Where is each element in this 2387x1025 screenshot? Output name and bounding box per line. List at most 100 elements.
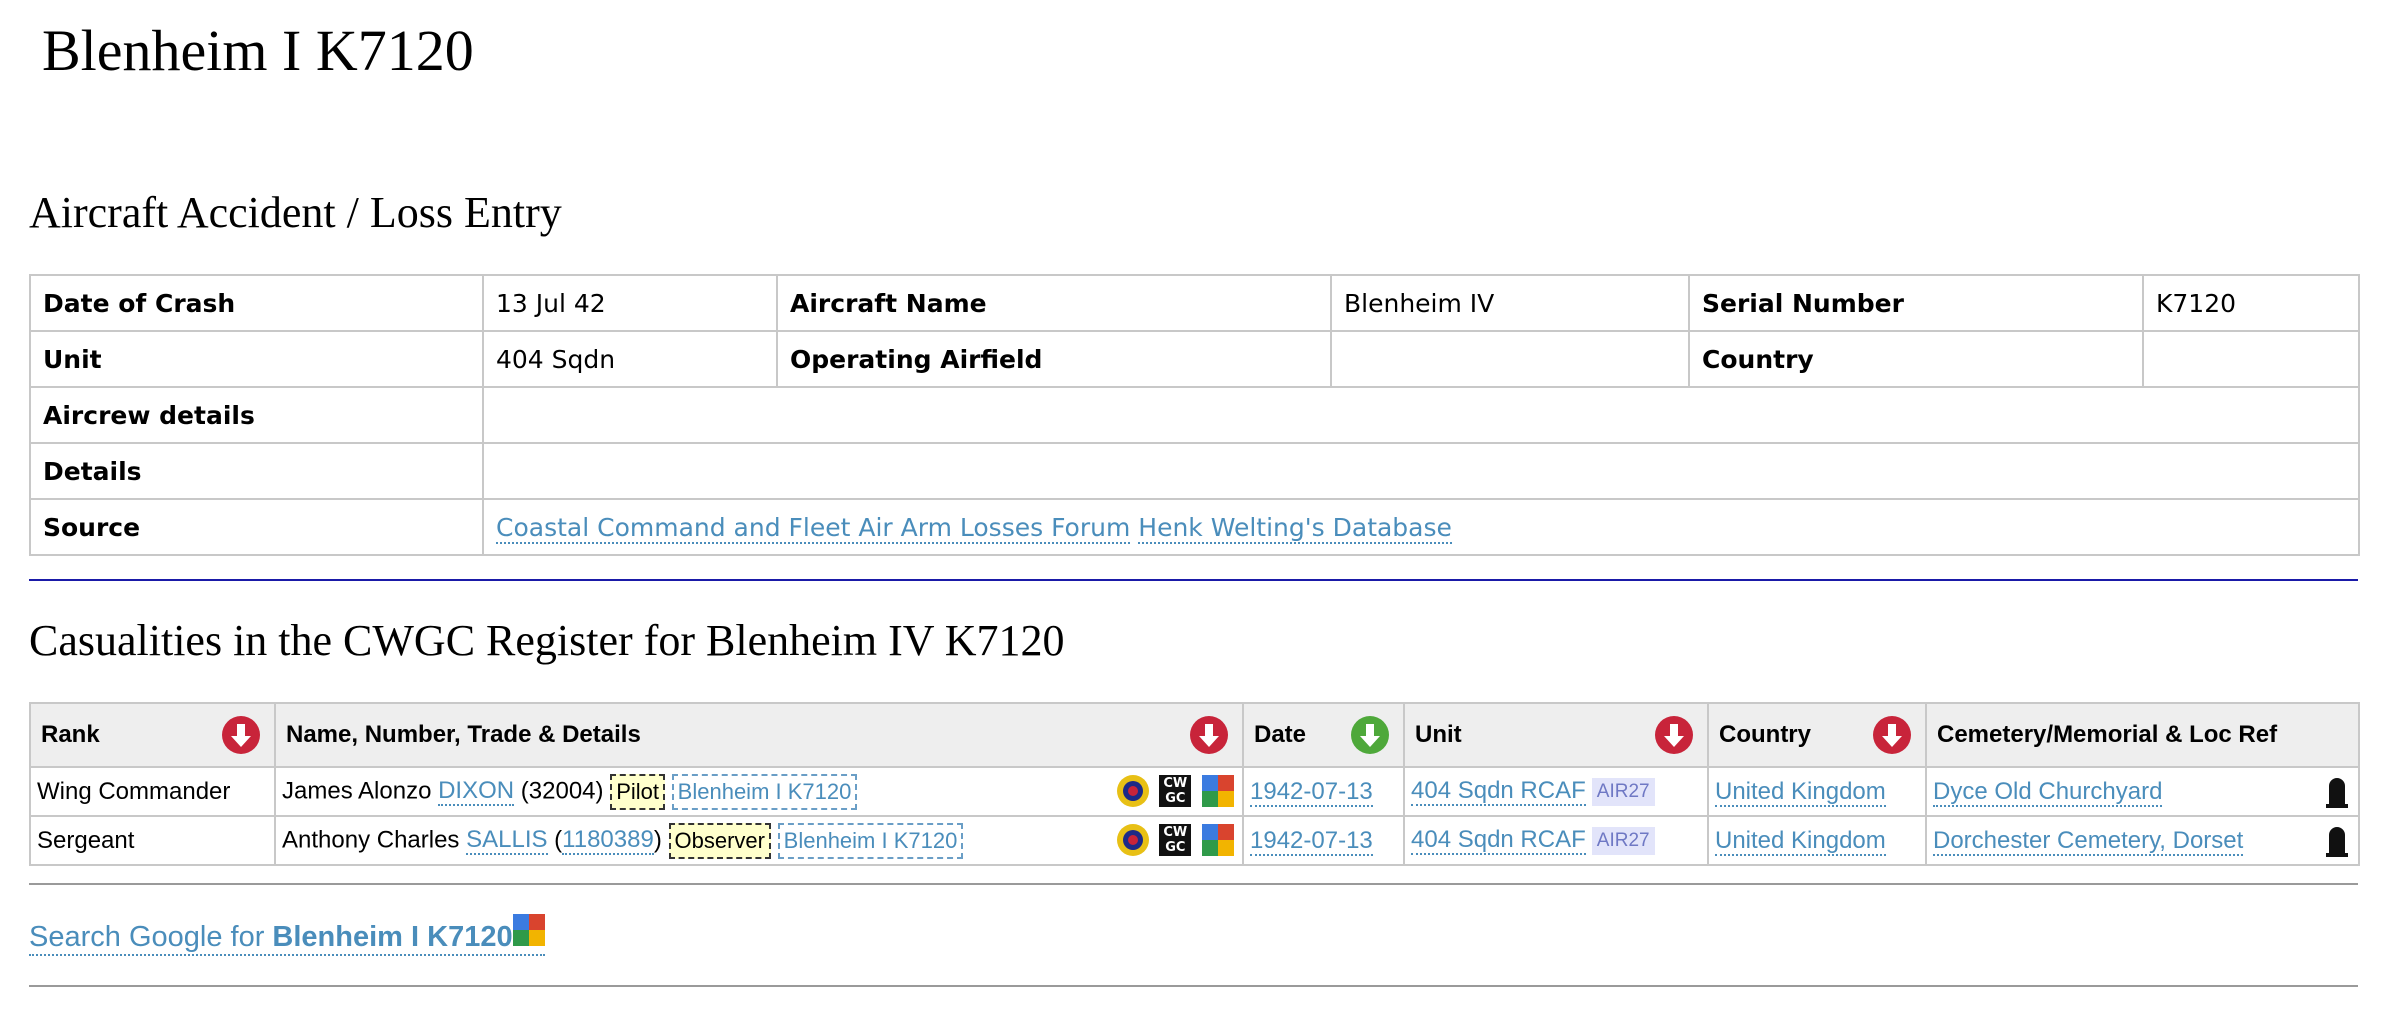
accident-heading: Aircraft Accident / Loss Entry xyxy=(29,188,562,237)
aircraft-label: Aircraft Name xyxy=(776,274,1332,332)
google-search-icon[interactable] xyxy=(1202,823,1234,856)
unit-cell: 404 Sqdn RCAF AIR27 xyxy=(1403,815,1709,866)
source-link-forum[interactable]: Coastal Command and Fleet Air Arm Losses… xyxy=(496,512,1131,544)
section-divider xyxy=(29,579,2358,581)
air27-badge[interactable]: AIR27 xyxy=(1591,826,1655,855)
country-value xyxy=(2142,330,2360,388)
aircrew-label: Aircrew details xyxy=(29,386,484,444)
google-search-link[interactable]: Search Google for Blenheim I K7120 xyxy=(29,914,545,956)
forenames: Anthony Charles xyxy=(282,825,460,853)
aircrew-value xyxy=(482,386,2360,444)
number-open: ( xyxy=(554,825,563,853)
date-value: 13 Jul 42 xyxy=(482,274,778,332)
country-link[interactable]: United Kingdom xyxy=(1715,777,1886,807)
col-country[interactable]: Country xyxy=(1707,702,1927,768)
trade-badge: Pilot xyxy=(610,773,665,810)
col-name-label: Name, Number, Trade & Details xyxy=(286,721,641,748)
col-date[interactable]: Date xyxy=(1242,702,1405,768)
air27-badge[interactable]: AIR27 xyxy=(1591,777,1655,806)
google-search-icon xyxy=(512,914,545,946)
divider xyxy=(29,883,2358,885)
country-link[interactable]: United Kingdom xyxy=(1715,826,1886,856)
surname-link[interactable]: SALLIS xyxy=(466,825,548,855)
date-link[interactable]: 1942-07-13 xyxy=(1250,826,1373,856)
accident-row-1: Date of Crash 13 Jul 42 Aircraft Name Bl… xyxy=(29,274,2360,332)
sort-down-icon[interactable] xyxy=(222,716,260,754)
source-link-welting[interactable]: Henk Welting's Database xyxy=(1138,512,1452,544)
source-value: Coastal Command and Fleet Air Arm Losses… xyxy=(482,498,2360,556)
unit-link[interactable]: 404 Sqdn RCAF xyxy=(1411,777,1586,807)
airfield-value xyxy=(1330,330,1690,388)
airfield-label: Operating Airfield xyxy=(776,330,1332,388)
divider xyxy=(29,985,2358,987)
headstone-icon[interactable] xyxy=(2326,776,2348,815)
trade-badge: Observer xyxy=(668,822,771,859)
sort-down-icon[interactable] xyxy=(1873,716,1911,754)
col-unit-label: Unit xyxy=(1415,721,1462,748)
google-search-icon[interactable] xyxy=(1202,774,1234,807)
surname-link[interactable]: DIXON xyxy=(438,776,515,806)
col-date-label: Date xyxy=(1254,721,1307,748)
unit-cell: 404 Sqdn RCAF AIR27 xyxy=(1403,766,1709,817)
cwgc-icon[interactable]: CW GC xyxy=(1159,774,1192,807)
page-title: Blenheim I K7120 xyxy=(42,18,474,83)
aircraft-tag[interactable]: Blenheim I K7120 xyxy=(671,773,858,810)
cemetery-link[interactable]: Dorchester Cemetery, Dorset xyxy=(1933,826,2244,856)
search-prefix: Search Google for xyxy=(29,921,273,953)
country-cell: United Kingdom xyxy=(1707,815,1927,866)
cwgc-icon[interactable]: CW GC xyxy=(1159,823,1192,856)
col-country-label: Country xyxy=(1719,721,1811,748)
unit-link[interactable]: 404 Sqdn RCAF xyxy=(1411,826,1586,856)
country-cell: United Kingdom xyxy=(1707,766,1927,817)
source-label: Source xyxy=(29,498,484,556)
accident-row-source: Source Coastal Command and Fleet Air Arm… xyxy=(29,498,2360,556)
col-rank[interactable]: Rank xyxy=(29,702,276,768)
accident-row-2: Unit 404 Sqdn Operating Airfield Country xyxy=(29,330,2360,388)
service-number: 32004 xyxy=(528,776,596,804)
date-link[interactable]: 1942-07-13 xyxy=(1250,777,1373,807)
name-cell: James Alonzo DIXON (32004) Pilot Blenhei… xyxy=(274,766,1244,817)
page: Blenheim I K7120 Aircraft Accident / Los… xyxy=(0,0,2387,1025)
number-close: ) xyxy=(595,776,604,804)
cemetery-cell: Dyce Old Churchyard xyxy=(1925,766,2360,817)
number-open: ( xyxy=(520,776,529,804)
date-label: Date of Crash xyxy=(29,274,484,332)
headstone-icon[interactable] xyxy=(2326,825,2348,864)
casualties-table: Rank Name, Number, Trade & Details Date … xyxy=(29,702,2360,866)
col-unit[interactable]: Unit xyxy=(1403,702,1709,768)
casualties-heading: Casualities in the CWGC Register for Ble… xyxy=(29,616,1065,665)
sort-down-active-icon[interactable] xyxy=(1351,716,1389,754)
unit-value: 404 Sqdn xyxy=(482,330,778,388)
name-cell: Anthony Charles SALLIS (1180389) Observe… xyxy=(274,815,1244,866)
search-query: Blenheim I K7120 xyxy=(272,921,513,953)
accident-table: Date of Crash 13 Jul 42 Aircraft Name Bl… xyxy=(29,274,2360,556)
col-rank-label: Rank xyxy=(41,721,100,748)
cemetery-cell: Dorchester Cemetery, Dorset xyxy=(1925,815,2360,866)
row-icons: CW GC xyxy=(1113,774,1234,809)
accident-row-aircrew: Aircrew details xyxy=(29,386,2360,444)
accident-row-details: Details xyxy=(29,442,2360,500)
aircraft-tag[interactable]: Blenheim I K7120 xyxy=(777,822,964,859)
sort-down-icon[interactable] xyxy=(1655,716,1693,754)
rank-cell: Wing Commander xyxy=(29,766,276,817)
casualties-header-row: Rank Name, Number, Trade & Details Date … xyxy=(29,702,2360,768)
raf-roundel-icon[interactable] xyxy=(1116,774,1149,807)
details-value xyxy=(482,442,2360,500)
table-row: Wing Commander James Alonzo DIXON (32004… xyxy=(29,766,2360,817)
forenames: James Alonzo xyxy=(282,776,432,804)
sort-down-icon[interactable] xyxy=(1190,716,1228,754)
col-cemetery-label: Cemetery/Memorial & Loc Ref xyxy=(1937,721,2278,748)
number-close: ) xyxy=(653,825,662,853)
unit-label: Unit xyxy=(29,330,484,388)
date-cell: 1942-07-13 xyxy=(1242,766,1405,817)
rank-cell: Sergeant xyxy=(29,815,276,866)
col-name[interactable]: Name, Number, Trade & Details xyxy=(274,702,1244,768)
serial-label: Serial Number xyxy=(1688,274,2144,332)
country-label: Country xyxy=(1688,330,2144,388)
date-cell: 1942-07-13 xyxy=(1242,815,1405,866)
raf-roundel-icon[interactable] xyxy=(1116,823,1149,856)
table-row: Sergeant Anthony Charles SALLIS (1180389… xyxy=(29,815,2360,866)
cemetery-link[interactable]: Dyce Old Churchyard xyxy=(1933,777,2163,807)
aircraft-value: Blenheim IV xyxy=(1330,274,1690,332)
service-number-link[interactable]: 1180389 xyxy=(562,825,654,855)
